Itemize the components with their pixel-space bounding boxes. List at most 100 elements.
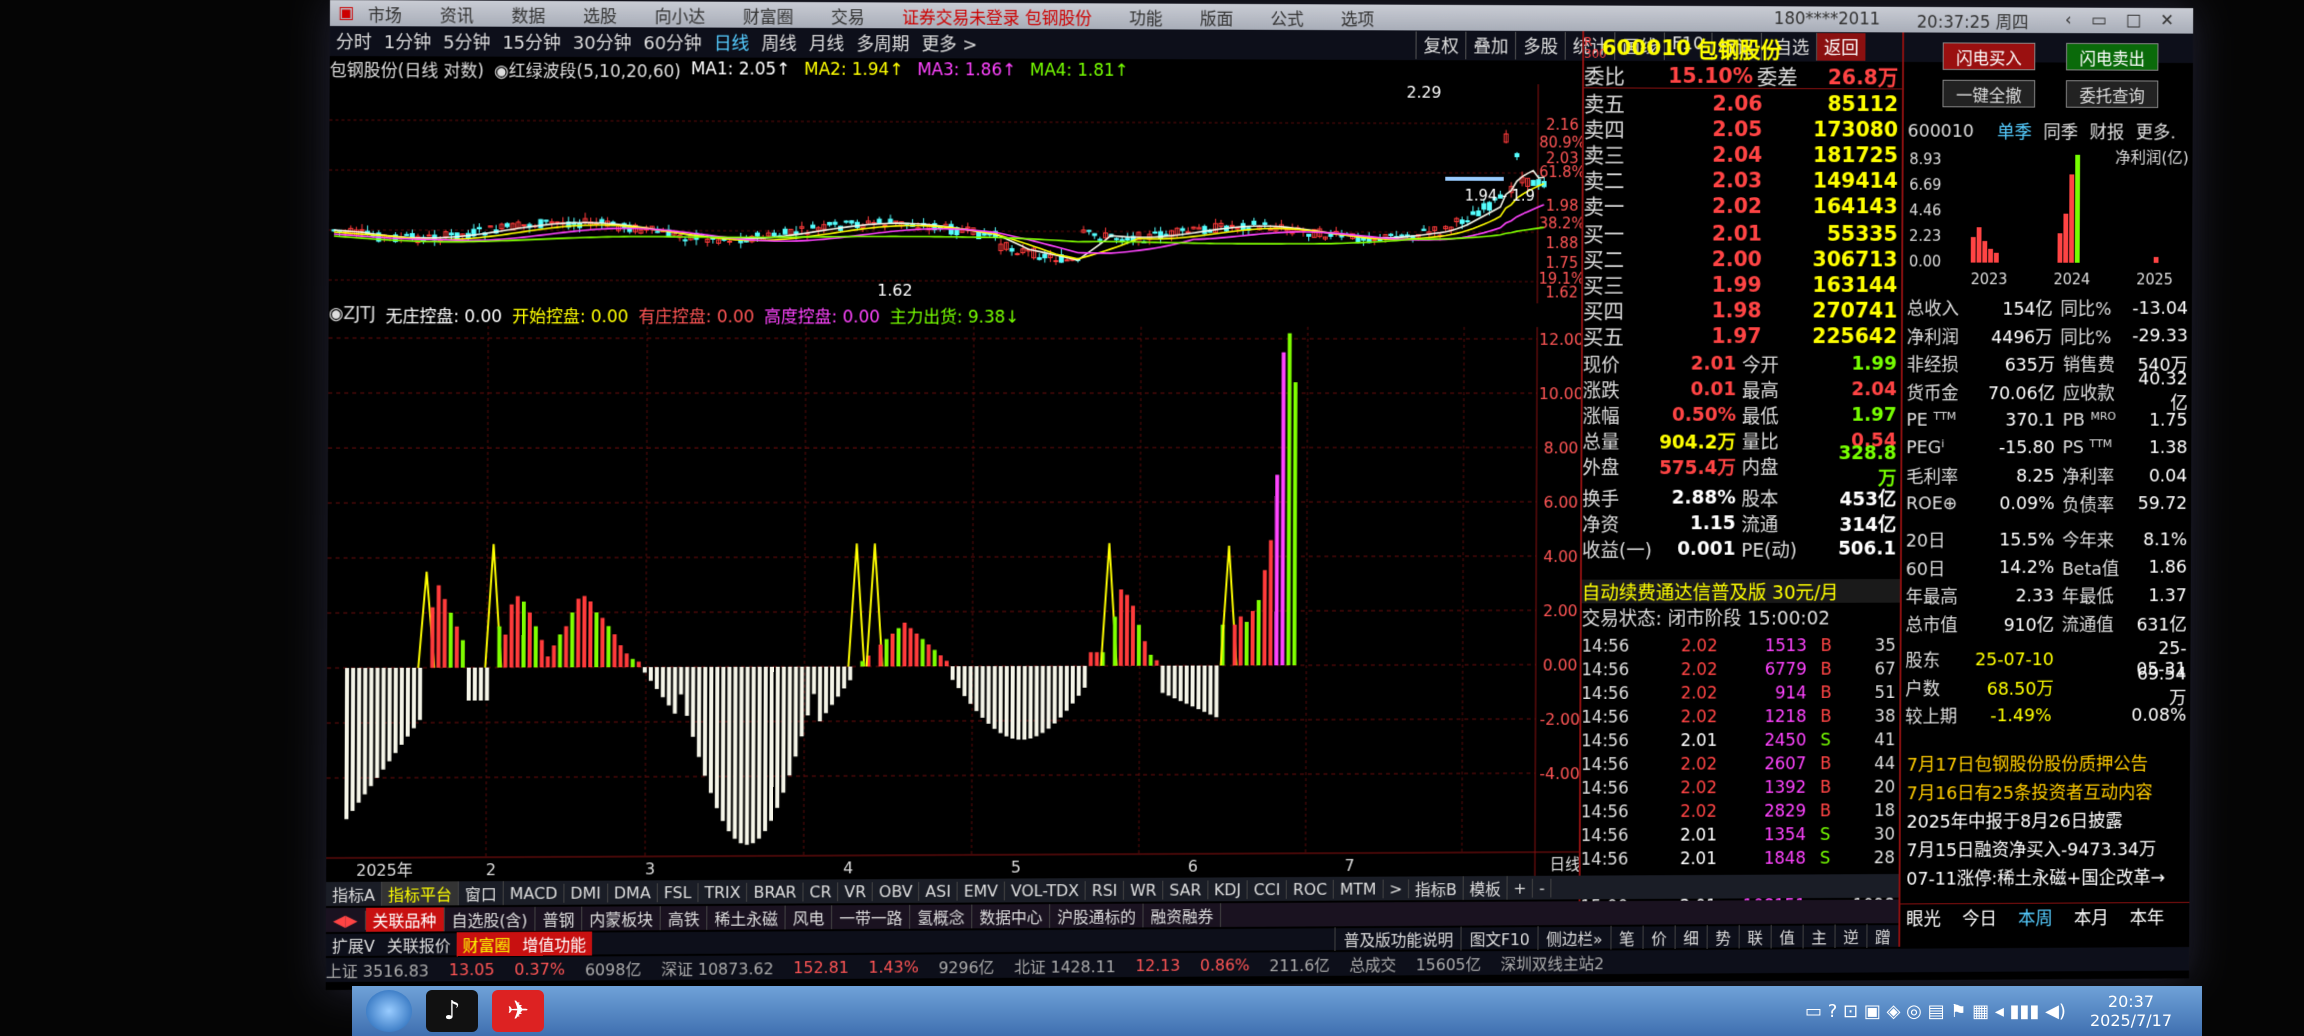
sector-tab-11[interactable]: 融资融券 xyxy=(1143,903,1222,928)
menu-1[interactable]: 资讯 xyxy=(440,1,474,26)
sector-tab-7[interactable]: 一带一路 xyxy=(832,904,911,930)
indicator-tab-14[interactable]: VOL-TDX xyxy=(1004,880,1086,900)
side-tab-8[interactable]: 值 xyxy=(1770,924,1803,949)
bid-5[interactable]: 买五 1.97 225642 xyxy=(1583,323,1901,349)
period-tab-3[interactable]: 15分钟 xyxy=(496,29,567,55)
indicator-tab-25[interactable]: + xyxy=(1507,878,1534,898)
bid-1[interactable]: 买一 2.01 55335 xyxy=(1583,221,1901,247)
maximize-icon[interactable]: □ xyxy=(2126,11,2142,31)
sector-tab-6[interactable]: 风电 xyxy=(785,905,833,930)
indicator-tab-8[interactable]: BRAR xyxy=(747,882,804,902)
ext-tab-2[interactable]: 财富圈 xyxy=(456,931,517,957)
ask-2[interactable]: 卖二 2.03 149414 xyxy=(1584,167,1902,193)
side-tab-4[interactable]: 价 xyxy=(1642,925,1675,950)
tool-1[interactable]: 叠加 xyxy=(1465,31,1516,60)
period-tab-6[interactable]: 日线 xyxy=(708,30,756,56)
tdx-app-icon[interactable]: ✈ xyxy=(492,990,544,1032)
side-tab-3[interactable]: 笔 xyxy=(1610,925,1643,950)
menu-11[interactable]: 选项 xyxy=(1341,5,1374,30)
ext-tab-0[interactable]: 扩展V xyxy=(326,933,381,957)
indicator-tab-0[interactable]: 指标A xyxy=(326,881,383,907)
fin-tab-0[interactable]: 单季 xyxy=(1997,118,2032,144)
ask-1[interactable]: 卖一 2.02 164143 xyxy=(1583,193,1901,219)
sector-tab-5[interactable]: 稀土永磁 xyxy=(707,905,786,930)
indicator-tab-17[interactable]: SAR xyxy=(1163,879,1209,900)
ask-3[interactable]: 卖三 2.04 181725 xyxy=(1584,142,1902,168)
period-tab-9[interactable]: 多周期 xyxy=(850,30,915,56)
menu-6[interactable]: 交易 xyxy=(831,3,865,28)
indicator-tab-13[interactable]: EMV xyxy=(957,881,1005,901)
bid-4[interactable]: 买四 1.98 270741 xyxy=(1583,297,1901,324)
indicator-tab-3[interactable]: MACD xyxy=(503,883,565,903)
indicator-tab-7[interactable]: TRIX xyxy=(698,882,748,902)
tiktok-icon[interactable]: ♪ xyxy=(426,990,478,1032)
indicator-tab-16[interactable]: WR xyxy=(1124,880,1164,900)
side-tab-1[interactable]: 图文F10 xyxy=(1460,926,1538,951)
indicator-tab-15[interactable]: RSI xyxy=(1085,880,1125,900)
indicator-tab-22[interactable]: > xyxy=(1383,878,1410,898)
menu-8[interactable]: 功能 xyxy=(1129,4,1163,29)
sector-tab-2[interactable]: 普钢 xyxy=(535,906,583,931)
menu-3[interactable]: 选股 xyxy=(583,2,617,27)
menu-9[interactable]: 版面 xyxy=(1200,4,1233,29)
ask-5[interactable]: 卖五 2.06 85112 xyxy=(1584,90,1902,117)
indicator-tab-24[interactable]: 模板 xyxy=(1463,875,1508,900)
indicator-tab-9[interactable]: CR xyxy=(803,881,839,901)
period-tab-2[interactable]: 5分钟 xyxy=(437,28,496,54)
range-tab-2[interactable]: 本周 xyxy=(2018,904,2053,930)
indicator-tab-10[interactable]: VR xyxy=(838,881,874,901)
tool-0[interactable]: 复权 xyxy=(1415,31,1466,60)
flash-sell-button[interactable]: 闪电卖出 xyxy=(2066,42,2159,71)
period-tab-1[interactable]: 1分钟 xyxy=(378,28,437,54)
period-tab-7[interactable]: 周线 xyxy=(755,30,803,56)
ext-tab-3[interactable]: 增值功能 xyxy=(516,931,593,956)
news-item[interactable]: 7月17日包钢股份股份质押公告 xyxy=(1901,749,2190,778)
back-icon[interactable]: ‹ xyxy=(2065,11,2072,31)
bid-2[interactable]: 买二 2.00 306713 xyxy=(1583,246,1901,272)
indicator-tab-6[interactable]: FSL xyxy=(657,882,699,902)
sector-tab-3[interactable]: 内蒙板块 xyxy=(582,906,661,931)
menu-5[interactable]: 财富圈 xyxy=(743,2,794,27)
cancel-all-button[interactable]: 一键全撤 xyxy=(1942,79,2036,108)
indicator-tab-21[interactable]: MTM xyxy=(1333,879,1384,899)
price-chart[interactable]: 2.1680.9%2.0361.8%1.9838.2%1.881.7519.1%… xyxy=(328,79,1585,304)
period-tab-4[interactable]: 30分钟 xyxy=(567,29,638,55)
sector-tab-1[interactable]: 自选股(含) xyxy=(444,906,536,932)
news-item[interactable]: 7月15日融资净买入-9473.34万 xyxy=(1901,834,2190,863)
indicator-tab-20[interactable]: ROC xyxy=(1287,879,1335,899)
menu-0[interactable]: 市场 xyxy=(368,1,402,26)
indicator-tab-1[interactable]: 指标平台 xyxy=(381,881,459,906)
range-tab-0[interactable]: 眼光 xyxy=(1906,905,1941,931)
period-tab-10[interactable]: 更多 > xyxy=(915,30,983,56)
user-account[interactable]: 180****2011 xyxy=(1774,9,1880,29)
menu-7[interactable]: 证券交易未登录 包钢股份 xyxy=(902,3,1092,29)
side-tab-9[interactable]: 主 xyxy=(1802,924,1835,949)
sector-tab-8[interactable]: 氢概念 xyxy=(910,904,973,929)
ext-tab-1[interactable]: 关联报价 xyxy=(381,932,457,956)
fin-tab-1[interactable]: 同季 xyxy=(2043,118,2078,144)
promo-banner[interactable]: 自动续费通达信普及版 30元/月 xyxy=(1582,579,1900,604)
order-query-button[interactable]: 委托查询 xyxy=(2065,80,2159,108)
side-tab-11[interactable]: 蹭 xyxy=(1866,924,1899,948)
side-tab-10[interactable]: 逆 xyxy=(1834,924,1867,949)
indicator-tab-5[interactable]: DMA xyxy=(607,882,658,903)
flash-buy-button[interactable]: 闪电买入 xyxy=(1942,42,2036,71)
close-icon[interactable]: ✕ xyxy=(2160,11,2174,31)
indicator-tab-2[interactable]: 窗口 xyxy=(458,881,504,906)
side-tab-6[interactable]: 势 xyxy=(1706,925,1739,949)
sector-tab-0[interactable]: 关联品种 xyxy=(365,907,445,932)
menu-4[interactable]: 向小达 xyxy=(655,2,706,27)
tray-clock[interactable]: 20:37 2025/7/17 xyxy=(2090,992,2172,1030)
indicator-tab-19[interactable]: CCI xyxy=(1247,879,1288,899)
sector-tab-9[interactable]: 数据中心 xyxy=(972,904,1051,929)
indicator-tab-12[interactable]: ASI xyxy=(919,881,958,901)
period-tab-5[interactable]: 60分钟 xyxy=(637,29,707,55)
bid-3[interactable]: 买三 1.99 163144 xyxy=(1583,272,1901,298)
scroll-arrows-icon[interactable]: ◀▶ xyxy=(325,910,366,930)
menu-2[interactable]: 数据 xyxy=(512,1,546,26)
sector-tab-4[interactable]: 高铁 xyxy=(660,905,708,931)
period-tab-8[interactable]: 月线 xyxy=(803,30,851,56)
indicator-tab-18[interactable]: KDJ xyxy=(1208,879,1248,899)
side-tab-2[interactable]: 侧边栏» xyxy=(1537,925,1611,950)
indicator-tab-4[interactable]: DMI xyxy=(564,883,608,903)
